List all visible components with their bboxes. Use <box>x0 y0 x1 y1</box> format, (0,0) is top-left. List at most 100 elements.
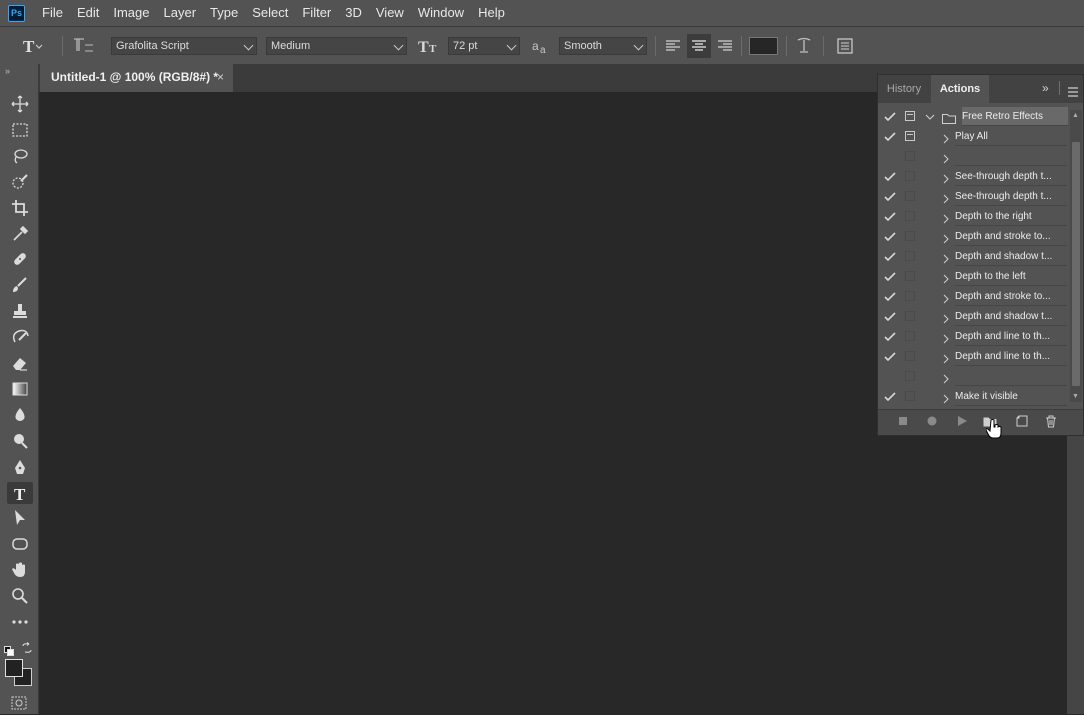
action-row[interactable] <box>878 367 1070 387</box>
shape-tool-icon[interactable] <box>7 533 33 555</box>
checkmark-icon[interactable] <box>883 350 897 364</box>
crop-tool-icon[interactable] <box>7 197 33 219</box>
hand-tool-icon[interactable] <box>7 559 33 581</box>
dialog-toggle[interactable] <box>905 331 915 341</box>
lasso-tool-icon[interactable] <box>7 145 33 167</box>
dialog-toggle[interactable] <box>905 131 915 141</box>
antialias-select[interactable]: Smooth <box>559 37 647 55</box>
menu-window[interactable]: Window <box>411 0 471 26</box>
menu-filter[interactable]: Filter <box>295 0 338 26</box>
panel-menu-icon[interactable] <box>1067 84 1079 102</box>
dodge-tool-icon[interactable] <box>7 430 33 452</box>
font-size-select[interactable]: 72 pt <box>448 37 520 55</box>
checkmark-icon[interactable] <box>883 310 897 324</box>
dialog-toggle[interactable] <box>905 351 915 361</box>
font-family-select[interactable]: Grafolita Script <box>111 37 257 55</box>
checkmark-icon[interactable] <box>883 170 897 184</box>
delete-icon[interactable] <box>1043 413 1059 429</box>
action-row[interactable] <box>878 147 1070 167</box>
scroll-up-icon[interactable]: ▲ <box>1072 112 1079 119</box>
text-color-swatch[interactable] <box>749 37 778 55</box>
quick-mask-icon[interactable] <box>11 696 27 710</box>
checkmark-icon[interactable] <box>883 250 897 264</box>
action-row[interactable]: Depth and stroke to... <box>878 227 1070 247</box>
dialog-toggle[interactable] <box>905 391 915 401</box>
tab-actions[interactable]: Actions <box>931 75 989 103</box>
pen-tool-icon[interactable] <box>7 456 33 478</box>
move-tool-icon[interactable] <box>7 93 33 115</box>
menu-layer[interactable]: Layer <box>157 0 204 26</box>
history-brush-tool-icon[interactable] <box>7 326 33 348</box>
align-center-icon[interactable] <box>687 34 711 58</box>
action-row[interactable]: Depth and shadow t... <box>878 247 1070 267</box>
type-tool-preset-icon[interactable]: T <box>20 34 44 58</box>
collapse-toolbar-icon[interactable]: » <box>5 66 10 76</box>
menu-view[interactable]: View <box>369 0 411 26</box>
toggle-orientation-icon[interactable] <box>72 34 96 58</box>
action-set-row[interactable]: Free Retro Effects <box>878 107 1070 127</box>
type-tool-icon[interactable]: T <box>7 481 33 504</box>
record-icon[interactable] <box>924 413 940 429</box>
dialog-toggle[interactable] <box>905 211 915 221</box>
character-panel-icon[interactable] <box>833 34 857 58</box>
more-tools-icon[interactable] <box>7 611 33 633</box>
menu-select[interactable]: Select <box>245 0 295 26</box>
chevron-right-icon[interactable] <box>943 391 949 409</box>
gradient-tool-icon[interactable] <box>7 378 33 400</box>
menu-3d[interactable]: 3D <box>338 0 369 26</box>
panel-collapse-icon[interactable]: » <box>1042 81 1049 95</box>
brush-tool-icon[interactable] <box>7 274 33 296</box>
foreground-color-swatch[interactable] <box>5 659 23 677</box>
checkmark-icon[interactable] <box>883 190 897 204</box>
close-icon[interactable]: × <box>217 64 224 91</box>
dialog-toggle[interactable] <box>905 111 915 121</box>
path-select-tool-icon[interactable] <box>7 507 33 529</box>
dialog-toggle[interactable] <box>905 231 915 241</box>
healing-tool-icon[interactable] <box>7 248 33 270</box>
action-row[interactable]: Play All <box>878 127 1070 147</box>
align-right-icon[interactable] <box>713 34 737 58</box>
action-row[interactable]: Depth to the right <box>878 207 1070 227</box>
checkmark-icon[interactable] <box>883 130 897 144</box>
dialog-toggle[interactable] <box>905 371 915 381</box>
new-action-icon[interactable] <box>1014 413 1030 429</box>
action-row[interactable]: Depth and shadow t... <box>878 307 1070 327</box>
dialog-toggle[interactable] <box>905 251 915 261</box>
checkmark-icon[interactable] <box>883 390 897 404</box>
dialog-toggle[interactable] <box>905 291 915 301</box>
quick-select-tool-icon[interactable] <box>7 171 33 193</box>
eyedropper-tool-icon[interactable] <box>7 223 33 245</box>
checkmark-icon[interactable] <box>883 270 897 284</box>
checkmark-icon[interactable] <box>883 110 897 124</box>
clone-stamp-tool-icon[interactable] <box>7 300 33 322</box>
default-colors-icon[interactable] <box>4 643 14 656</box>
checkmark-icon[interactable] <box>883 230 897 244</box>
eraser-tool-icon[interactable] <box>7 352 33 374</box>
checkmark-icon[interactable] <box>883 330 897 344</box>
tab-history[interactable]: History <box>878 75 930 103</box>
action-row[interactable]: Depth and line to th... <box>878 347 1070 367</box>
document-tab[interactable]: Untitled-1 @ 100% (RGB/8#) * × <box>40 64 233 92</box>
panel-scrollbar[interactable]: ▲ ▼ <box>1070 110 1082 402</box>
dialog-toggle[interactable] <box>905 191 915 201</box>
menu-image[interactable]: Image <box>106 0 156 26</box>
checkmark-icon[interactable] <box>883 210 897 224</box>
dialog-toggle[interactable] <box>905 171 915 181</box>
checkmark-icon[interactable] <box>883 290 897 304</box>
dialog-toggle[interactable] <box>905 151 915 161</box>
zoom-tool-icon[interactable] <box>7 585 33 607</box>
dialog-toggle[interactable] <box>905 311 915 321</box>
action-row[interactable]: Depth to the left <box>878 267 1070 287</box>
font-style-select[interactable]: Medium <box>266 37 407 55</box>
menu-type[interactable]: Type <box>203 0 245 26</box>
warp-text-icon[interactable] <box>792 34 816 58</box>
menu-file[interactable]: File <box>35 0 70 26</box>
stop-icon[interactable] <box>895 413 911 429</box>
panel-scroll-thumb[interactable] <box>1072 142 1080 386</box>
action-row[interactable]: Depth and stroke to... <box>878 287 1070 307</box>
chevron-down-icon[interactable] <box>925 109 935 127</box>
action-row[interactable]: See-through depth t... <box>878 167 1070 187</box>
action-row[interactable]: Make it visible <box>878 387 1070 407</box>
blur-tool-icon[interactable] <box>7 404 33 426</box>
action-row[interactable]: See-through depth t... <box>878 187 1070 207</box>
